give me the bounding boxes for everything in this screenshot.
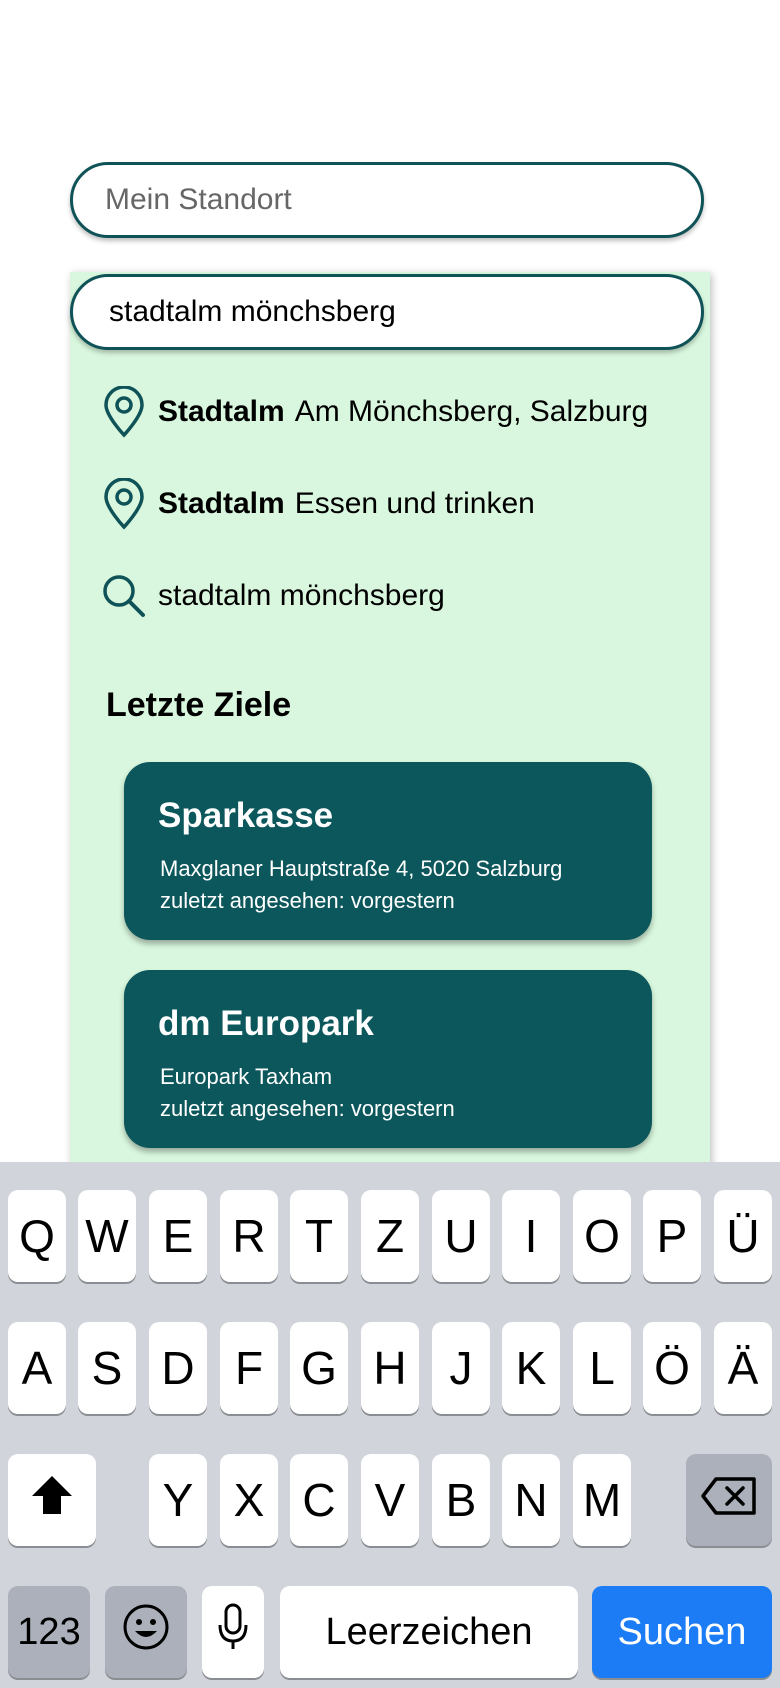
emoji-icon bbox=[122, 1603, 170, 1662]
location-pin-icon bbox=[100, 386, 148, 438]
microphone-icon bbox=[216, 1602, 250, 1663]
suggestion-bold: Stadtalm bbox=[158, 487, 285, 520]
destination-value: stadtalm mönchsberg bbox=[109, 295, 396, 328]
destination-last-seen: zuletzt angesehen: vorgestern bbox=[160, 1096, 455, 1121]
key-ue[interactable]: Ü bbox=[714, 1190, 772, 1282]
location-pin-icon bbox=[100, 478, 148, 530]
numbers-key[interactable]: 123 bbox=[8, 1586, 90, 1678]
destination-name: Sparkasse bbox=[158, 796, 334, 835]
key-a[interactable]: A bbox=[8, 1322, 66, 1414]
shift-icon bbox=[30, 1473, 74, 1527]
destination-last-seen: zuletzt angesehen: vorgestern bbox=[160, 888, 455, 913]
dictation-key[interactable] bbox=[202, 1586, 264, 1678]
backspace-icon bbox=[700, 1473, 758, 1527]
search-icon bbox=[100, 570, 148, 622]
key-ae[interactable]: Ä bbox=[714, 1322, 772, 1414]
key-e[interactable]: E bbox=[149, 1190, 207, 1282]
emoji-key[interactable] bbox=[105, 1586, 187, 1678]
key-y[interactable]: Y bbox=[149, 1454, 207, 1546]
key-s[interactable]: S bbox=[78, 1322, 136, 1414]
suggestion-text: stadtalm mönchsberg bbox=[158, 579, 445, 612]
destination-address: Maxglaner Hauptstraße 4, 5020 Salzburg bbox=[160, 856, 563, 881]
key-d[interactable]: D bbox=[149, 1322, 207, 1414]
suggestion-search-item[interactable]: stadtalm mönchsberg bbox=[100, 566, 700, 626]
key-o[interactable]: O bbox=[573, 1190, 631, 1282]
key-l[interactable]: L bbox=[573, 1322, 631, 1414]
backspace-key[interactable] bbox=[686, 1454, 772, 1546]
key-v[interactable]: V bbox=[361, 1454, 419, 1546]
key-j[interactable]: J bbox=[432, 1322, 490, 1414]
recent-destination-card[interactable]: Sparkasse Maxglaner Hauptstraße 4, 5020 … bbox=[124, 762, 652, 940]
suggestion-bold: Stadtalm bbox=[158, 395, 285, 428]
key-k[interactable]: K bbox=[502, 1322, 560, 1414]
destination-name: dm Europark bbox=[158, 1004, 374, 1043]
key-u[interactable]: U bbox=[432, 1190, 490, 1282]
key-oe[interactable]: Ö bbox=[643, 1322, 701, 1414]
key-i[interactable]: I bbox=[502, 1190, 560, 1282]
start-location-field[interactable]: Mein Standort bbox=[70, 162, 704, 238]
key-w[interactable]: W bbox=[78, 1190, 136, 1282]
key-f[interactable]: F bbox=[220, 1322, 278, 1414]
key-z[interactable]: Z bbox=[361, 1190, 419, 1282]
suggestion-item[interactable]: Stadtalm Am Mönchsberg, Salzburg bbox=[100, 382, 700, 442]
suggestion-detail: Am Mönchsberg, Salzburg bbox=[294, 395, 649, 428]
key-g[interactable]: G bbox=[290, 1322, 348, 1414]
key-q[interactable]: Q bbox=[8, 1190, 66, 1282]
recent-destination-card[interactable]: dm Europark Europark Taxham zuletzt ange… bbox=[124, 970, 652, 1148]
key-p[interactable]: P bbox=[643, 1190, 701, 1282]
search-action-key[interactable]: Suchen bbox=[592, 1586, 772, 1678]
destination-search-input[interactable]: stadtalm mönchsberg bbox=[70, 274, 704, 350]
key-x[interactable]: X bbox=[220, 1454, 278, 1546]
key-t[interactable]: T bbox=[290, 1190, 348, 1282]
suggestion-detail: Essen und trinken bbox=[294, 487, 535, 520]
destination-address: Europark Taxham bbox=[160, 1064, 333, 1089]
key-c[interactable]: C bbox=[290, 1454, 348, 1546]
key-n[interactable]: N bbox=[502, 1454, 560, 1546]
recent-destinations-title: Letzte Ziele bbox=[106, 686, 292, 724]
space-key[interactable]: Leerzeichen bbox=[280, 1586, 578, 1678]
start-location-placeholder: Mein Standort bbox=[105, 183, 292, 216]
on-screen-keyboard: Q W E R T Z U I O P Ü A S D F G H J K L … bbox=[0, 1162, 780, 1688]
key-m[interactable]: M bbox=[573, 1454, 631, 1546]
key-b[interactable]: B bbox=[432, 1454, 490, 1546]
shift-key[interactable] bbox=[8, 1454, 96, 1546]
key-r[interactable]: R bbox=[220, 1190, 278, 1282]
key-h[interactable]: H bbox=[361, 1322, 419, 1414]
suggestion-item[interactable]: Stadtalm Essen und trinken bbox=[100, 474, 700, 534]
